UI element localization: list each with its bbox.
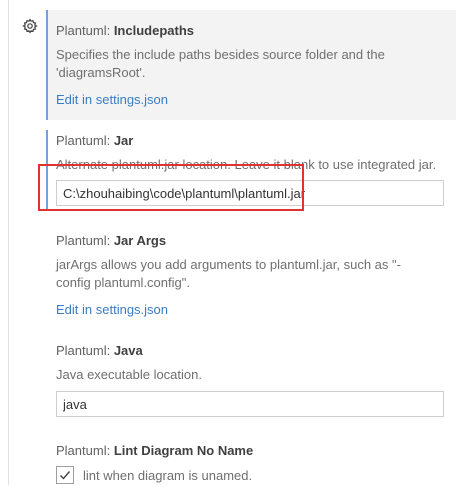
setting-title: Plantuml: Jar — [56, 133, 134, 148]
gear-icon[interactable] — [22, 18, 38, 34]
checkbox-row: lint when diagram is unamed. — [56, 466, 456, 484]
setting-description: jarArgs allows you add arguments to plan… — [56, 257, 401, 290]
check-icon — [60, 471, 71, 480]
scrollbar-track — [8, 0, 9, 485]
setting-description: Java executable location. — [56, 367, 202, 382]
setting-jar: Plantuml: Jar Alternate plantuml.jar loc… — [46, 130, 456, 210]
setting-title: Plantuml: Lint Diagram No Name — [56, 443, 254, 458]
edit-in-settings-json-link[interactable]: Edit in settings.json — [56, 91, 168, 109]
modified-indicator — [46, 10, 48, 120]
setting-title: Plantuml: Java — [56, 343, 143, 358]
setting-includepaths: Plantuml: Includepaths Specifies the inc… — [46, 10, 456, 120]
setting-lint-diagram-no-name: Plantuml: Lint Diagram No Name lint when… — [46, 442, 456, 485]
settings-editor: Plantuml: Includepaths Specifies the inc… — [0, 0, 474, 485]
edit-in-settings-json-link[interactable]: Edit in settings.json — [56, 301, 168, 319]
lint-checkbox[interactable] — [56, 466, 74, 484]
setting-description: Alternate plantuml.jar location. Leave i… — [56, 157, 437, 172]
java-path-input[interactable] — [56, 391, 444, 417]
setting-title: Plantuml: Jar Args — [56, 233, 167, 248]
setting-description: Specifies the include paths besides sour… — [56, 47, 385, 80]
jar-path-input[interactable] — [56, 180, 444, 206]
checkbox-label: lint when diagram is unamed. — [83, 467, 253, 483]
setting-java: Plantuml: Java Java executable location. — [46, 342, 456, 422]
setting-title: Plantuml: Includepaths — [56, 23, 194, 38]
modified-indicator — [46, 130, 48, 210]
setting-jar-args: Plantuml: Jar Args jarArgs allows you ad… — [46, 232, 456, 322]
